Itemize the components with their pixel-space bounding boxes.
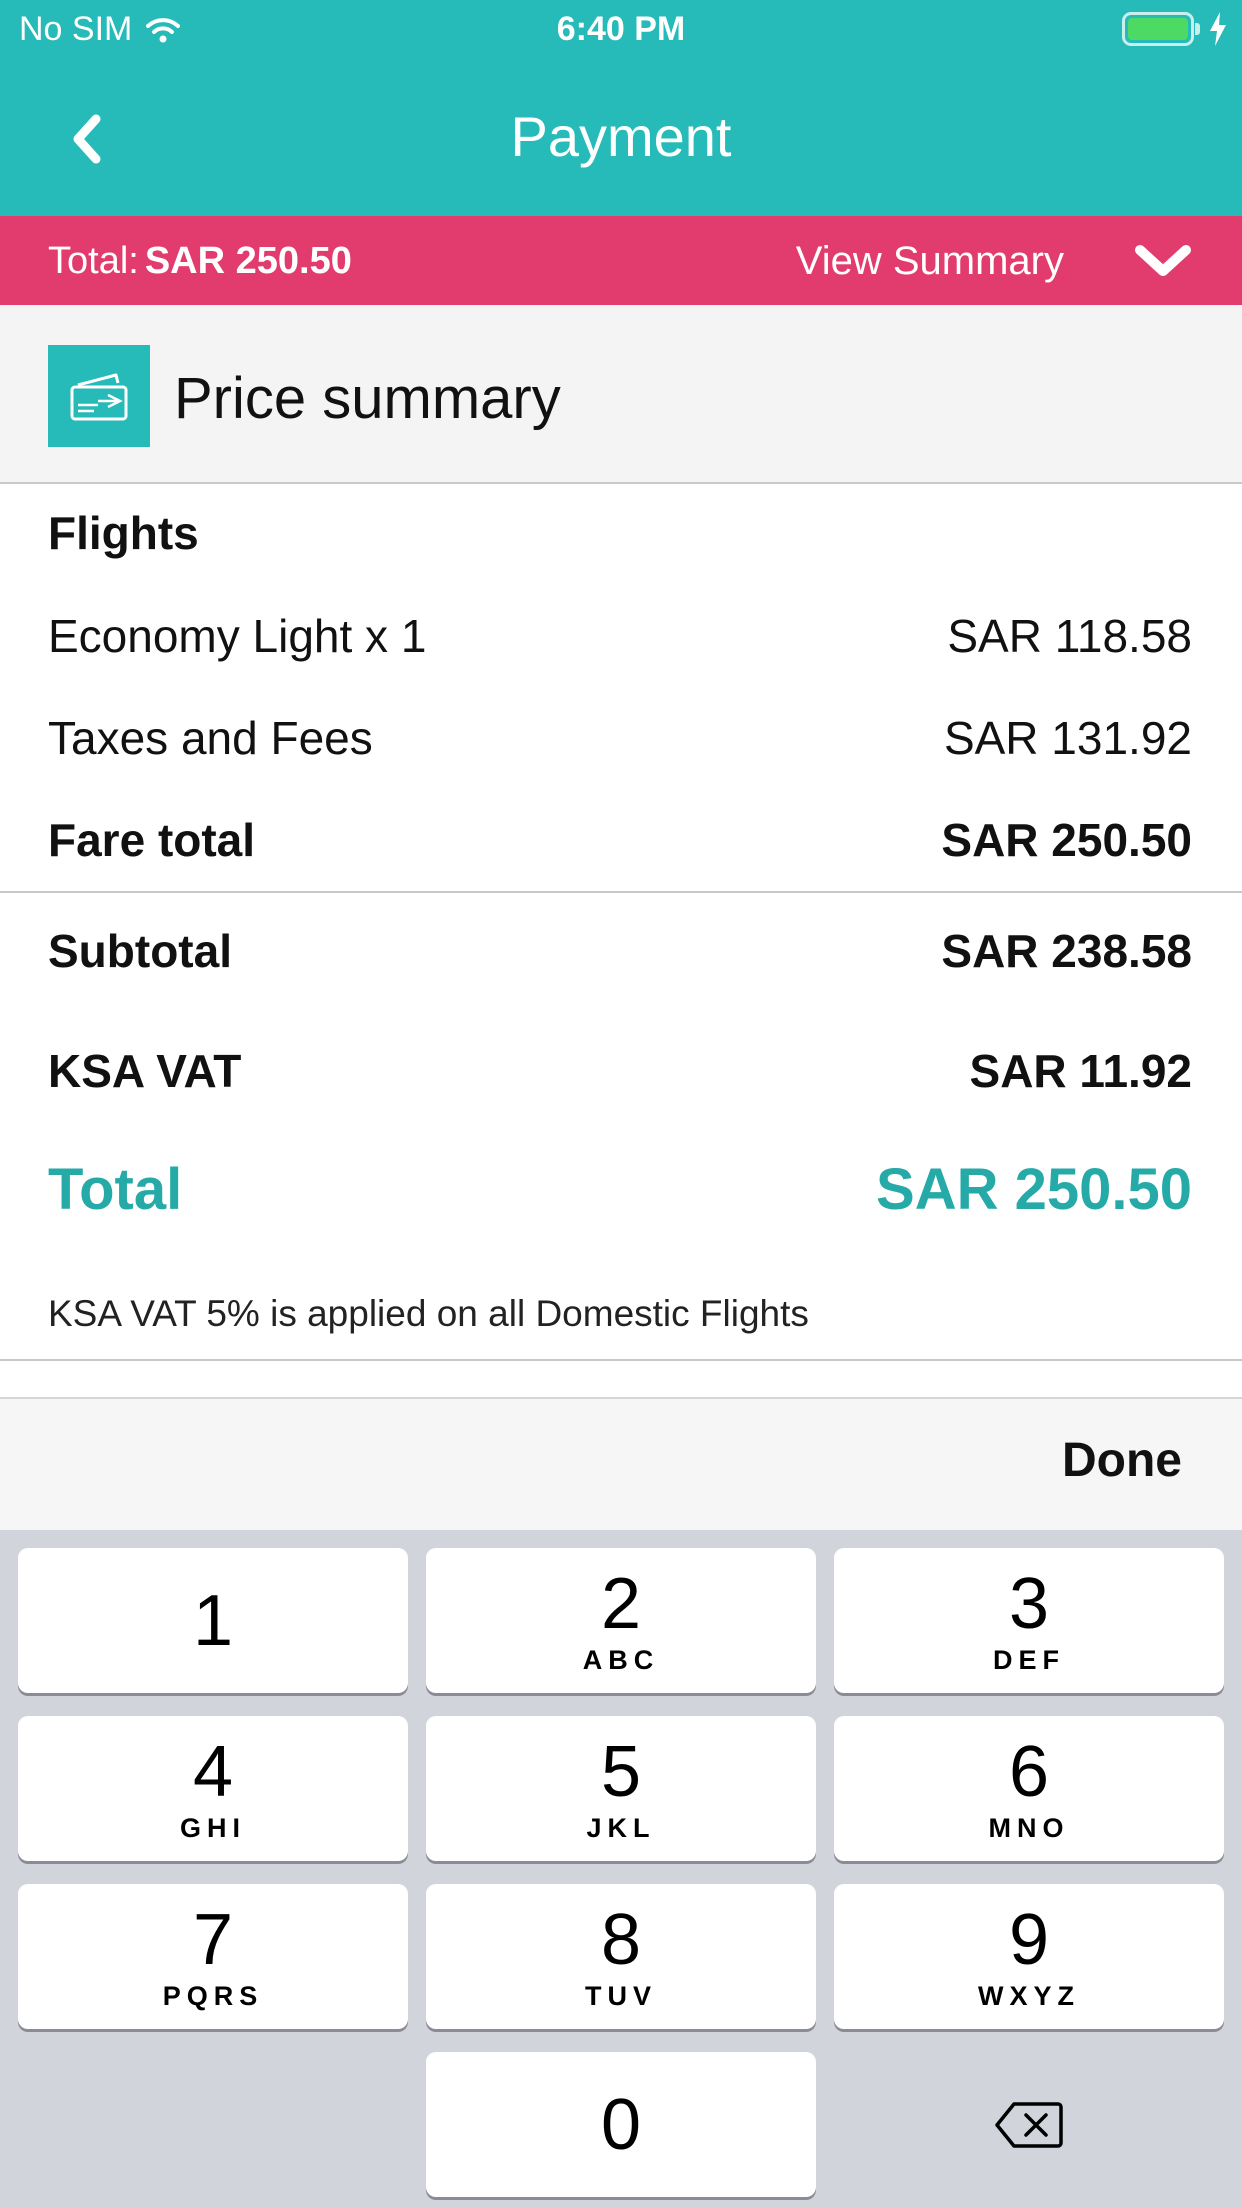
key-digit: 1 [192, 1580, 234, 1661]
divider [0, 891, 1242, 893]
key-letters: TUV [585, 1981, 657, 2011]
vat-label: KSA VAT [48, 1045, 242, 1097]
vat-note: KSA VAT 5% is applied on all Domestic Fl… [48, 1293, 809, 1334]
nav-bar: Payment [0, 60, 1242, 216]
line-item-label: Economy Light x 1 [48, 610, 427, 662]
page-title: Payment [510, 105, 732, 168]
total-bar-caption: Total: [48, 240, 139, 282]
battery-group [1122, 12, 1228, 46]
chevron-down-icon [1135, 245, 1191, 276]
flights-section-row: Flights [48, 506, 1192, 560]
line-item-value: SAR 131.92 [943, 712, 1192, 764]
key-digit: 7 [192, 1900, 234, 1980]
subtotal-value: SAR 238.58 [941, 925, 1192, 977]
boarding-pass-icon [48, 345, 150, 447]
total-bar-amount: SAR 250.50 [144, 240, 352, 282]
done-button[interactable]: Done [1062, 1433, 1182, 1488]
subtotal-label: Subtotal [48, 925, 232, 977]
key-digit: 6 [1008, 1732, 1050, 1812]
line-item-label: Taxes and Fees [48, 712, 373, 764]
key-letters: WXYZ [978, 1981, 1080, 2011]
key-6[interactable]: 6 MNO [834, 1716, 1224, 1861]
battery-icon [1122, 12, 1200, 46]
fare-total-row: Fare total SAR 250.50 [48, 813, 1192, 867]
key-5[interactable]: 5 JKL [426, 1716, 816, 1861]
battery-level [1128, 18, 1188, 40]
key-2[interactable]: 2 ABC [426, 1548, 816, 1693]
grand-total-row: Total SAR 250.50 [48, 1156, 1192, 1223]
key-digit: 2 [600, 1564, 642, 1644]
key-digit: 3 [1008, 1564, 1050, 1644]
key-letters: DEF [993, 1645, 1065, 1675]
total-bar-label: Total: SAR 250.50 [48, 240, 352, 283]
key-letters: ABC [582, 1645, 660, 1675]
key-letters: PQRS [162, 1981, 264, 2011]
total-bar: Total: SAR 250.50 View Summary [0, 216, 1242, 305]
key-0[interactable]: 0 [426, 2052, 816, 2197]
flights-section-title: Flights [48, 507, 199, 559]
key-3[interactable]: 3 DEF [834, 1548, 1224, 1693]
view-summary-button[interactable]: View Summary [796, 230, 1192, 292]
key-9[interactable]: 9 WXYZ [834, 1884, 1224, 2029]
key-letters: MNO [988, 1813, 1070, 1843]
key-letters: GHI [179, 1813, 246, 1843]
delete-key[interactable] [834, 2052, 1224, 2197]
key-digit: 5 [600, 1732, 642, 1812]
charging-bolt-icon [1210, 12, 1226, 46]
key-4[interactable]: 4 GHI [18, 1716, 408, 1861]
key-1[interactable]: 1 [18, 1548, 408, 1693]
key-digit: 0 [600, 2084, 642, 2165]
battery-tip [1195, 23, 1200, 35]
price-summary-title: Price summary [174, 366, 561, 431]
key-digit: 9 [1008, 1900, 1050, 1980]
backspace-icon [995, 2101, 1063, 2148]
status-bar: No SIM 6:40 PM [0, 0, 1242, 60]
divider [0, 1359, 1242, 1361]
clock: 6:40 PM [556, 10, 686, 48]
subtotal-row: Subtotal SAR 238.58 [48, 924, 1192, 978]
line-item-value: SAR 118.58 [947, 610, 1192, 662]
grand-total-label: Total [48, 1157, 183, 1222]
key-7[interactable]: 7 PQRS [18, 1884, 408, 2029]
fare-total-value: SAR 250.50 [941, 814, 1192, 866]
key-letters: JKL [586, 1813, 656, 1843]
fare-total-label: Fare total [48, 814, 256, 866]
price-summary-header: Price summary [0, 305, 1242, 484]
key-digit: 8 [600, 1900, 642, 1980]
view-summary-label: View Summary [795, 238, 1064, 283]
line-item-taxes: Taxes and Fees SAR 131.92 [48, 711, 1192, 765]
vat-value: SAR 11.92 [969, 1045, 1192, 1097]
line-item-economy: Economy Light x 1 SAR 118.58 [48, 609, 1192, 663]
numeric-keypad: 1 2 ABC 3 DEF 4 GHI 5 JKL 6 MNO 7 PQRS 8… [0, 1530, 1242, 2208]
vat-row: KSA VAT SAR 11.92 [48, 1044, 1192, 1098]
keyboard-toolbar: Done [0, 1397, 1242, 1530]
grand-total-value: SAR 250.50 [876, 1157, 1192, 1222]
key-digit: 4 [192, 1732, 234, 1812]
key-8[interactable]: 8 TUV [426, 1884, 816, 2029]
